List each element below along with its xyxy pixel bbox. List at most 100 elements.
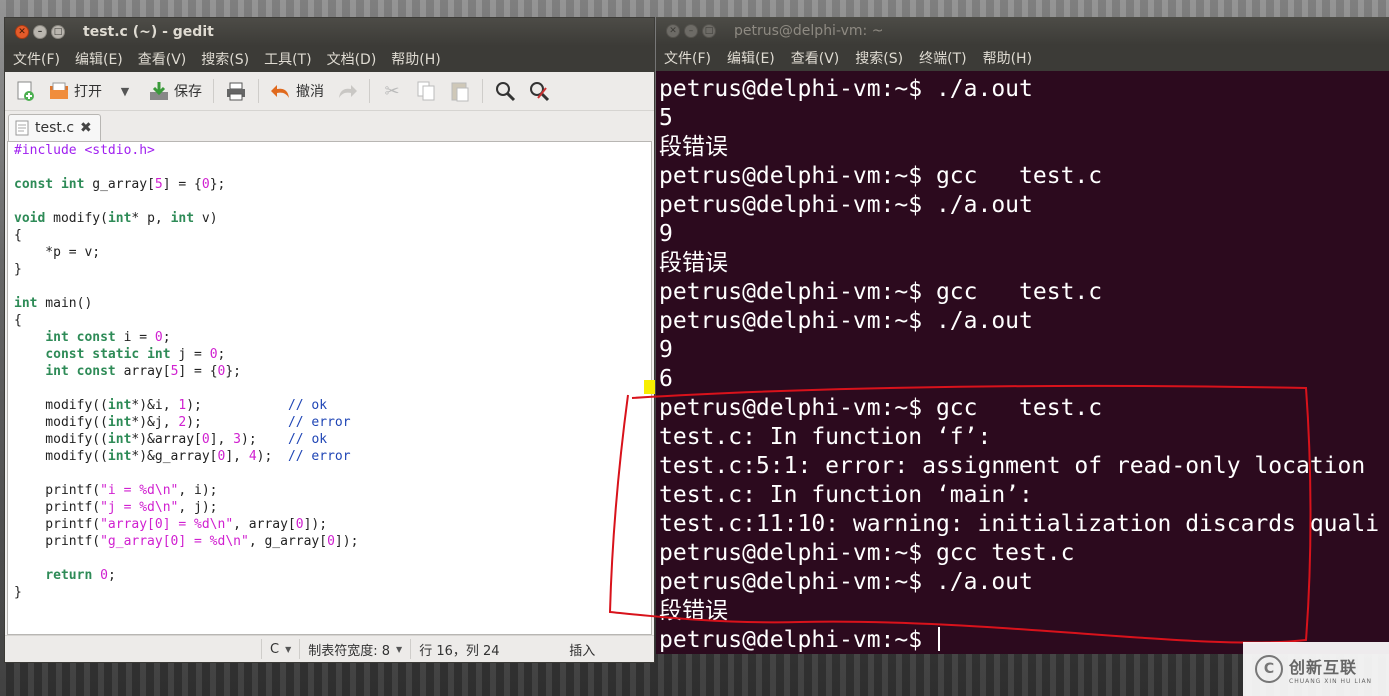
terminal-line: 9 (659, 337, 673, 363)
maximize-icon[interactable]: □ (702, 24, 716, 38)
terminal-line: test.c:11:10: warning: initialization di… (659, 511, 1380, 537)
terminal-line: 段错误 (659, 134, 728, 160)
code-line: ​ (14, 193, 651, 210)
toolbar-separator (482, 79, 483, 103)
cursor-position: 行 16，列 24 (410, 639, 547, 659)
menu-file[interactable]: 文件(F) (13, 49, 60, 69)
paste-button[interactable] (446, 78, 474, 104)
code-line: int main() (14, 296, 93, 311)
minimize-icon[interactable]: – (33, 25, 47, 39)
minimize-icon[interactable]: – (684, 24, 698, 38)
terminal-line: 段错误 (659, 598, 728, 624)
code-line: ​ (14, 380, 651, 397)
code-line: ​ (14, 550, 651, 567)
terminal-titlebar[interactable]: ✕ – □ petrus@delphi-vm: ~ (656, 17, 1389, 45)
menu-file[interactable]: 文件(F) (664, 48, 711, 68)
undo-button[interactable]: 撤消 (267, 78, 327, 104)
close-tab-icon[interactable]: ✖ (80, 120, 92, 136)
code-line: { (14, 228, 22, 243)
code-line: ​ (14, 465, 651, 482)
terminal-output[interactable]: petrus@delphi-vm:~$ ./a.out 5 段错误 petrus@de… (659, 75, 1389, 654)
code-line: const static int j = 0; (45, 347, 226, 362)
code-line: const int g_array[5] = {0}; (14, 177, 226, 192)
statusbar: C ▼ 制表符宽度: 8 ▼ 行 16，列 24 插入 (5, 635, 654, 662)
redo-icon (336, 80, 358, 102)
undo-label: 撤消 (296, 84, 324, 100)
code-line: *p = v; (14, 245, 101, 260)
menu-search[interactable]: 搜索(S) (855, 48, 903, 68)
chevron-down-icon: ▼ (120, 84, 130, 98)
new-document-icon (14, 80, 36, 102)
tab-test-c[interactable]: test.c ✖ (8, 114, 101, 141)
terminal-line: test.c:5:1: error: assignment of read-on… (659, 453, 1366, 479)
cut-button[interactable]: ✂ (378, 78, 406, 104)
open-label: 打开 (74, 84, 102, 100)
menu-edit[interactable]: 编辑(E) (75, 49, 123, 69)
close-icon[interactable]: ✕ (666, 24, 680, 38)
search-icon (494, 80, 516, 102)
new-button[interactable] (11, 78, 39, 104)
code-line: printf("j = %d\n", j); (14, 500, 218, 515)
code-line: modify((int*)&i, 1); // ok (14, 398, 328, 413)
menu-terminal[interactable]: 终端(T) (919, 48, 966, 68)
toolbar-separator (213, 79, 214, 103)
document-tabbar: test.c ✖ (5, 111, 654, 141)
language-selector[interactable]: C ▼ (261, 639, 299, 659)
tab-width-selector[interactable]: 制表符宽度: 8 ▼ (299, 639, 410, 659)
terminal-line: 6 (659, 366, 673, 392)
gedit-titlebar[interactable]: ✕ – □ test.c (~) - gedit (5, 18, 654, 46)
terminal-line: petrus@delphi-vm:~$ gcc test.c (659, 163, 1103, 189)
watermark-subtitle: CHUANG XIN HU LIAN (1289, 677, 1373, 685)
paste-icon (449, 80, 471, 102)
save-button[interactable]: 保存 (145, 78, 205, 104)
undo-icon (270, 80, 292, 102)
terminal-line: petrus@delphi-vm:~$ gcc test.c (659, 395, 1103, 421)
terminal-line: petrus@delphi-vm:~$ ./a.out (659, 308, 1033, 334)
terminal-line: test.c: In function ‘f’: (659, 424, 992, 450)
menu-help[interactable]: 帮助(H) (391, 49, 440, 69)
terminal-line: 段错误 (659, 250, 728, 276)
maximize-icon[interactable]: □ (51, 25, 65, 39)
code-editor[interactable]: #include <stdio.h>​const int g_array[5] … (7, 141, 652, 635)
find-button[interactable] (491, 78, 519, 104)
terminal-line: 5 (659, 105, 673, 131)
save-icon (148, 80, 170, 102)
code-line: ​ (14, 278, 651, 295)
redo-button[interactable] (333, 78, 361, 104)
chevron-down-icon: ▼ (285, 644, 292, 654)
menu-view[interactable]: 查看(V) (791, 48, 840, 68)
terminal-line: petrus@delphi-vm:~$ ./a.out (659, 192, 1033, 218)
terminal-window: ✕ – □ petrus@delphi-vm: ~ 文件(F) 编辑(E) 查看… (656, 17, 1389, 654)
save-label: 保存 (174, 84, 202, 100)
toolbar-separator (369, 79, 370, 103)
code-line: printf("array[0] = %d\n", array[0]); (14, 517, 328, 532)
printer-icon (225, 80, 247, 102)
menu-help[interactable]: 帮助(H) (983, 48, 1032, 68)
print-button[interactable] (222, 78, 250, 104)
open-dropdown-button[interactable]: ▼ (111, 78, 139, 104)
menu-search[interactable]: 搜索(S) (201, 49, 249, 69)
code-line: int const array[5] = {0}; (45, 364, 242, 379)
gedit-toolbar: 打开 ▼ 保存 撤消 ✂ (5, 72, 654, 111)
highlight-marker (644, 380, 655, 394)
code-line: #include <stdio.h> (14, 143, 155, 158)
open-button[interactable]: 打开 (45, 78, 105, 104)
menu-tools[interactable]: 工具(T) (264, 49, 311, 69)
gedit-menubar: 文件(F) 编辑(E) 查看(V) 搜索(S) 工具(T) 文档(D) 帮助(H… (5, 46, 654, 72)
tab-label: test.c (35, 120, 75, 136)
open-folder-icon (48, 80, 70, 102)
copy-icon (415, 80, 437, 102)
close-icon[interactable]: ✕ (15, 25, 29, 39)
code-line: int const i = 0; (45, 330, 171, 345)
terminal-line: 9 (659, 221, 673, 247)
menu-view[interactable]: 查看(V) (138, 49, 187, 69)
window-title: test.c (~) - gedit (83, 24, 214, 40)
terminal-line: petrus@delphi-vm:~$ gcc test.c (659, 279, 1103, 305)
menu-documents[interactable]: 文档(D) (327, 49, 377, 69)
copy-button[interactable] (412, 78, 440, 104)
menu-edit[interactable]: 编辑(E) (727, 48, 775, 68)
code-line: modify((int*)&array[0], 3); // ok (14, 432, 328, 447)
code-line: modify((int*)&g_array[0], 4); // error (14, 449, 351, 464)
watermark-name: 创新互联 (1289, 657, 1358, 677)
replace-button[interactable] (525, 78, 553, 104)
